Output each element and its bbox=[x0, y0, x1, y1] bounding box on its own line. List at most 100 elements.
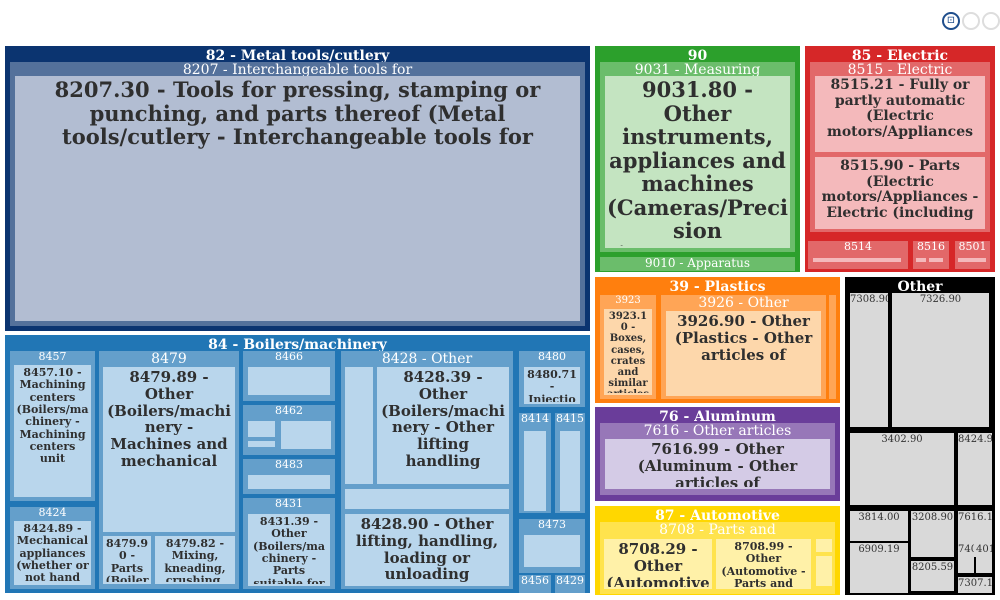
treemap-leaf[interactable]: 3402.90 bbox=[850, 433, 954, 505]
leaf-label: 7326.90 bbox=[919, 294, 962, 305]
treemap-leaf[interactable] bbox=[816, 539, 832, 552]
treemap-leaf[interactable] bbox=[248, 441, 275, 447]
treemap-group-85[interactable]: 85 - Electric 8515 - Electric 8515.21 - Fu… bbox=[805, 46, 995, 272]
treemap-leaf[interactable]: 8479.90 - Parts (Boilers/machinery - Mac… bbox=[103, 536, 151, 584]
reset-view-button[interactable]: ⊡ bbox=[942, 12, 960, 30]
treemap-leaf[interactable]: 7307.19 bbox=[958, 577, 992, 593]
treemap-leaf[interactable]: 8457.10 - Machining centers (Boilers/mac… bbox=[14, 365, 91, 497]
treemap-leaf[interactable] bbox=[281, 421, 331, 449]
treemap-node[interactable]: 7616 - Other articles 7616.99 - Other (Al… bbox=[600, 423, 835, 495]
treemap-leaf[interactable]: 8515.21 - Fully or partly automatic (Ele… bbox=[815, 76, 985, 152]
treemap-group-84[interactable]: 84 - Boilers/machinery 8457 8457.10 - Mach… bbox=[5, 335, 590, 593]
leaf-label: 8207.30 - Tools for pressing, stamping o… bbox=[54, 78, 541, 150]
treemap-node[interactable]: 9010 - Apparatus bbox=[600, 257, 795, 271]
treemap-leaf[interactable] bbox=[345, 367, 373, 484]
treemap-leaf[interactable] bbox=[524, 535, 580, 567]
leaf-label: 8480.71 - Injection or compression bbox=[527, 369, 577, 402]
node-label: 8457 bbox=[38, 351, 67, 363]
treemap-leaf[interactable]: 8708.99 - Other (Automotive - Parts and … bbox=[716, 539, 811, 589]
treemap-leaf[interactable] bbox=[958, 258, 986, 262]
treemap-group-76[interactable]: 76 - Aluminum 7616 - Other articles 7616.9… bbox=[595, 407, 840, 501]
treemap-node[interactable]: 8479 8479.89 - Other (Boilers/machinery -… bbox=[99, 351, 239, 589]
treemap-group-90[interactable]: 90 9031 - Measuring 9031.80 - Other instru… bbox=[595, 46, 800, 272]
treemap-leaf[interactable] bbox=[816, 556, 832, 586]
treemap-group-87[interactable]: 87 - Automotive 8708 - Parts and 8708.29 -… bbox=[595, 506, 840, 595]
treemap-leaf[interactable]: 8480.71 - Injection or compression bbox=[524, 367, 580, 404]
treemap-node[interactable]: 8515 - Electric 8515.21 - Fully or partly… bbox=[810, 62, 990, 232]
treemap-node[interactable]: 9031 - Measuring 9031.80 - Other instrume… bbox=[600, 62, 795, 252]
leaf-label: 8479.82 - Mixing, kneading, crushing, gr… bbox=[164, 538, 226, 582]
treemap-leaf[interactable]: 3208.90 bbox=[911, 511, 954, 557]
treemap-node[interactable]: 8462 bbox=[243, 405, 335, 455]
treemap-group-other[interactable]: Other7308.907326.903402.908424.903814.00… bbox=[845, 277, 995, 595]
treemap-leaf[interactable]: 8431.39 - Other (Boilers/machinery - Par… bbox=[248, 514, 330, 586]
treemap-leaf[interactable]: 8479.82 - Mixing, kneading, crushing, gr… bbox=[155, 536, 235, 584]
treemap-node[interactable]: 8424 8424.89 - Mechanical appliances (whe… bbox=[10, 507, 95, 589]
treemap-node[interactable]: 3926 - Other 3926.90 - Other (Plastics - … bbox=[661, 295, 826, 399]
treemap-leaf[interactable]: 7616.99 - Other (Aluminum - Other articl… bbox=[605, 439, 830, 489]
treemap-leaf[interactable]: 3814.00 bbox=[850, 511, 908, 541]
treemap-node[interactable]: 8483 bbox=[243, 459, 335, 494]
leaf-label: 8428.90 - Other lifting, handling, loadi… bbox=[355, 516, 499, 584]
treemap-leaf[interactable] bbox=[345, 489, 509, 509]
treemap-leaf[interactable] bbox=[916, 258, 926, 262]
node-label: 9010 - Apparatus bbox=[644, 257, 750, 270]
treemap-node[interactable]: 8473 bbox=[519, 519, 585, 573]
node-label: 8514 bbox=[844, 241, 872, 253]
treemap-node[interactable]: 8456 bbox=[519, 575, 551, 593]
treemap-group-39[interactable]: 39 - Plastics 3923 3923.10 - Boxes, cases,… bbox=[595, 277, 840, 403]
treemap-node[interactable]: 8466 bbox=[243, 351, 335, 401]
treemap-node[interactable]: 8708 - Parts and 8708.29 - Other (Automot… bbox=[600, 522, 835, 594]
treemap-leaf[interactable] bbox=[929, 258, 943, 262]
treemap-node[interactable]: 8428 - Other 8428.39 - Other (Boilers/mac… bbox=[341, 351, 513, 589]
treemap-leaf[interactable]: 8515.90 - Parts (Electric motors/Applian… bbox=[815, 157, 985, 229]
leaf-label: 8515.90 - Parts (Electric motors/Applian… bbox=[821, 159, 979, 222]
node-label: 3926 - Other bbox=[698, 295, 789, 311]
treemap-leaf[interactable]: 4016.93 bbox=[976, 543, 992, 573]
leaf-label: 8424.90 bbox=[958, 434, 992, 445]
treemap-chart[interactable]: ⊡ 82 - Metal tools/cutlery 8207 - Intercha… bbox=[0, 0, 1000, 600]
zoom-in-button[interactable] bbox=[962, 12, 980, 30]
treemap-leaf[interactable]: 8424.89 - Mechanical appliances (whether… bbox=[14, 521, 91, 585]
treemap-leaf[interactable] bbox=[248, 475, 330, 489]
treemap-node[interactable]: 8415 bbox=[555, 413, 585, 513]
treemap-node[interactable]: 8429 bbox=[555, 575, 585, 593]
treemap-leaf[interactable]: 8428.39 - Other (Boilers/machinery - Oth… bbox=[377, 367, 509, 484]
treemap-leaf[interactable]: 8205.59 bbox=[911, 561, 954, 591]
node-label: 8479 bbox=[151, 351, 187, 367]
treemap-leaf[interactable] bbox=[248, 367, 330, 395]
leaf-label: 4016.93 bbox=[976, 544, 992, 555]
node-label: 8516 bbox=[917, 241, 945, 253]
treemap-node[interactable]: 8501 bbox=[955, 241, 990, 269]
leaf-label: 8708.29 - Other (Automotive - bbox=[606, 541, 710, 587]
treemap-node[interactable]: 8431 8431.39 - Other (Boilers/machinery -… bbox=[243, 498, 335, 589]
treemap-leaf[interactable]: 9031.80 - Other instruments, appliances … bbox=[605, 76, 790, 248]
treemap-node[interactable]: 8480 8480.71 - Injection or compression bbox=[519, 351, 585, 407]
treemap-group-82[interactable]: 82 - Metal tools/cutlery 8207 - Interchan… bbox=[5, 46, 590, 331]
treemap-node[interactable]: 3923 3923.10 - Boxes, cases, crates and s… bbox=[600, 295, 656, 399]
treemap-node[interactable]: 8516 bbox=[913, 241, 949, 269]
treemap-leaf[interactable] bbox=[524, 431, 546, 511]
leaf-label: 7616.99 - Other (Aluminum - Other articl… bbox=[637, 441, 798, 487]
treemap-leaf[interactable] bbox=[248, 421, 275, 437]
treemap-node[interactable]: 8514 bbox=[808, 241, 908, 269]
treemap-leaf[interactable] bbox=[560, 431, 580, 511]
treemap-node[interactable]: 8457 8457.10 - Machining centers (Boilers… bbox=[10, 351, 95, 501]
treemap-leaf[interactable]: 7308.90 bbox=[850, 293, 888, 427]
treemap-node[interactable] bbox=[829, 295, 836, 399]
treemap-leaf[interactable]: 8708.29 - Other (Automotive - bbox=[604, 539, 712, 589]
treemap-leaf[interactable]: 7326.90 bbox=[892, 293, 989, 427]
treemap-leaf[interactable]: 6909.19 bbox=[850, 543, 908, 593]
treemap-leaf[interactable]: 8207.30 - Tools for pressing, stamping o… bbox=[15, 76, 580, 321]
node-label: 3923 bbox=[615, 295, 641, 306]
treemap-node[interactable]: 8207 - Interchangeable tools for 8207.30 … bbox=[10, 62, 585, 326]
treemap-node[interactable]: 8414 bbox=[519, 413, 551, 513]
treemap-leaf[interactable]: 8428.90 - Other lifting, handling, loadi… bbox=[345, 514, 509, 586]
zoom-out-button[interactable] bbox=[982, 12, 1000, 30]
treemap-leaf[interactable] bbox=[813, 258, 901, 262]
treemap-leaf[interactable]: 8479.89 - Other (Boilers/machinery - Mac… bbox=[103, 367, 235, 532]
treemap-leaf[interactable]: 7403 bbox=[958, 543, 974, 573]
treemap-leaf[interactable]: 8424.90 bbox=[958, 433, 992, 505]
treemap-leaf[interactable]: 3923.10 - Boxes, cases, crates and simil… bbox=[604, 309, 652, 395]
treemap-leaf[interactable]: 3926.90 - Other (Plastics - Other articl… bbox=[666, 311, 821, 396]
